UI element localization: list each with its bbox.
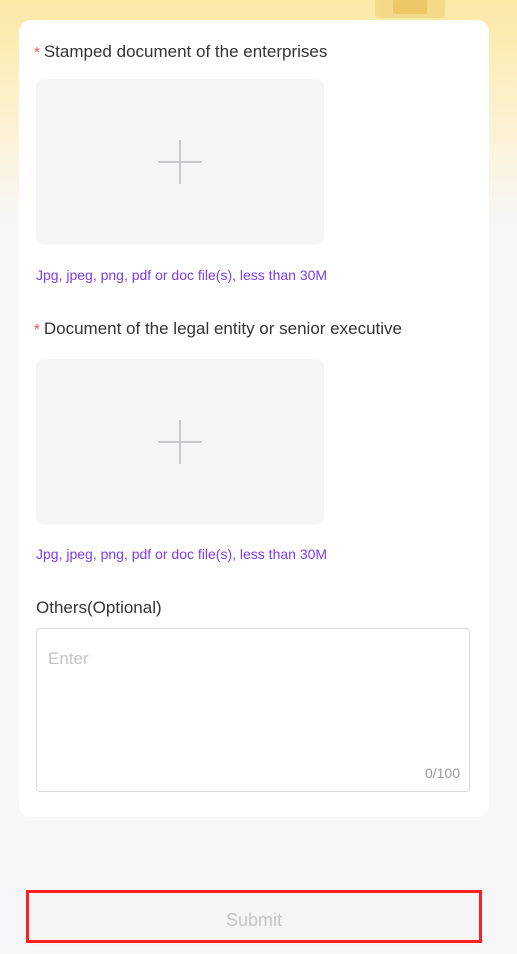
others-textarea[interactable]: Enter 0/100	[36, 628, 470, 792]
legal-document-hint: Jpg, jpeg, png, pdf or doc file(s), less…	[36, 546, 328, 562]
legal-document-label-text: Document of the legal entity or senior e…	[43, 319, 402, 338]
stamped-document-label: * Stamped document of the enterprises	[34, 42, 327, 62]
character-counter: 0/100	[424, 765, 460, 781]
required-asterisk: *	[34, 44, 40, 61]
legal-document-label: * Document of the legal entity or senior …	[34, 319, 402, 339]
required-asterisk: *	[34, 321, 40, 338]
stamped-document-label-text: Stamped document of the enterprises	[43, 42, 328, 61]
plus-icon	[158, 420, 202, 464]
others-placeholder: Enter	[48, 649, 89, 668]
submit-button[interactable]: Submit	[29, 894, 479, 946]
others-label: Others(Optional)	[36, 598, 162, 617]
plus-icon	[158, 140, 202, 184]
decorative-banner-graphic	[375, 0, 445, 18]
stamped-document-hint: Jpg, jpeg, png, pdf or doc file(s), less…	[36, 267, 328, 283]
legal-document-upload[interactable]	[36, 359, 324, 525]
stamped-document-upload[interactable]	[36, 79, 324, 245]
